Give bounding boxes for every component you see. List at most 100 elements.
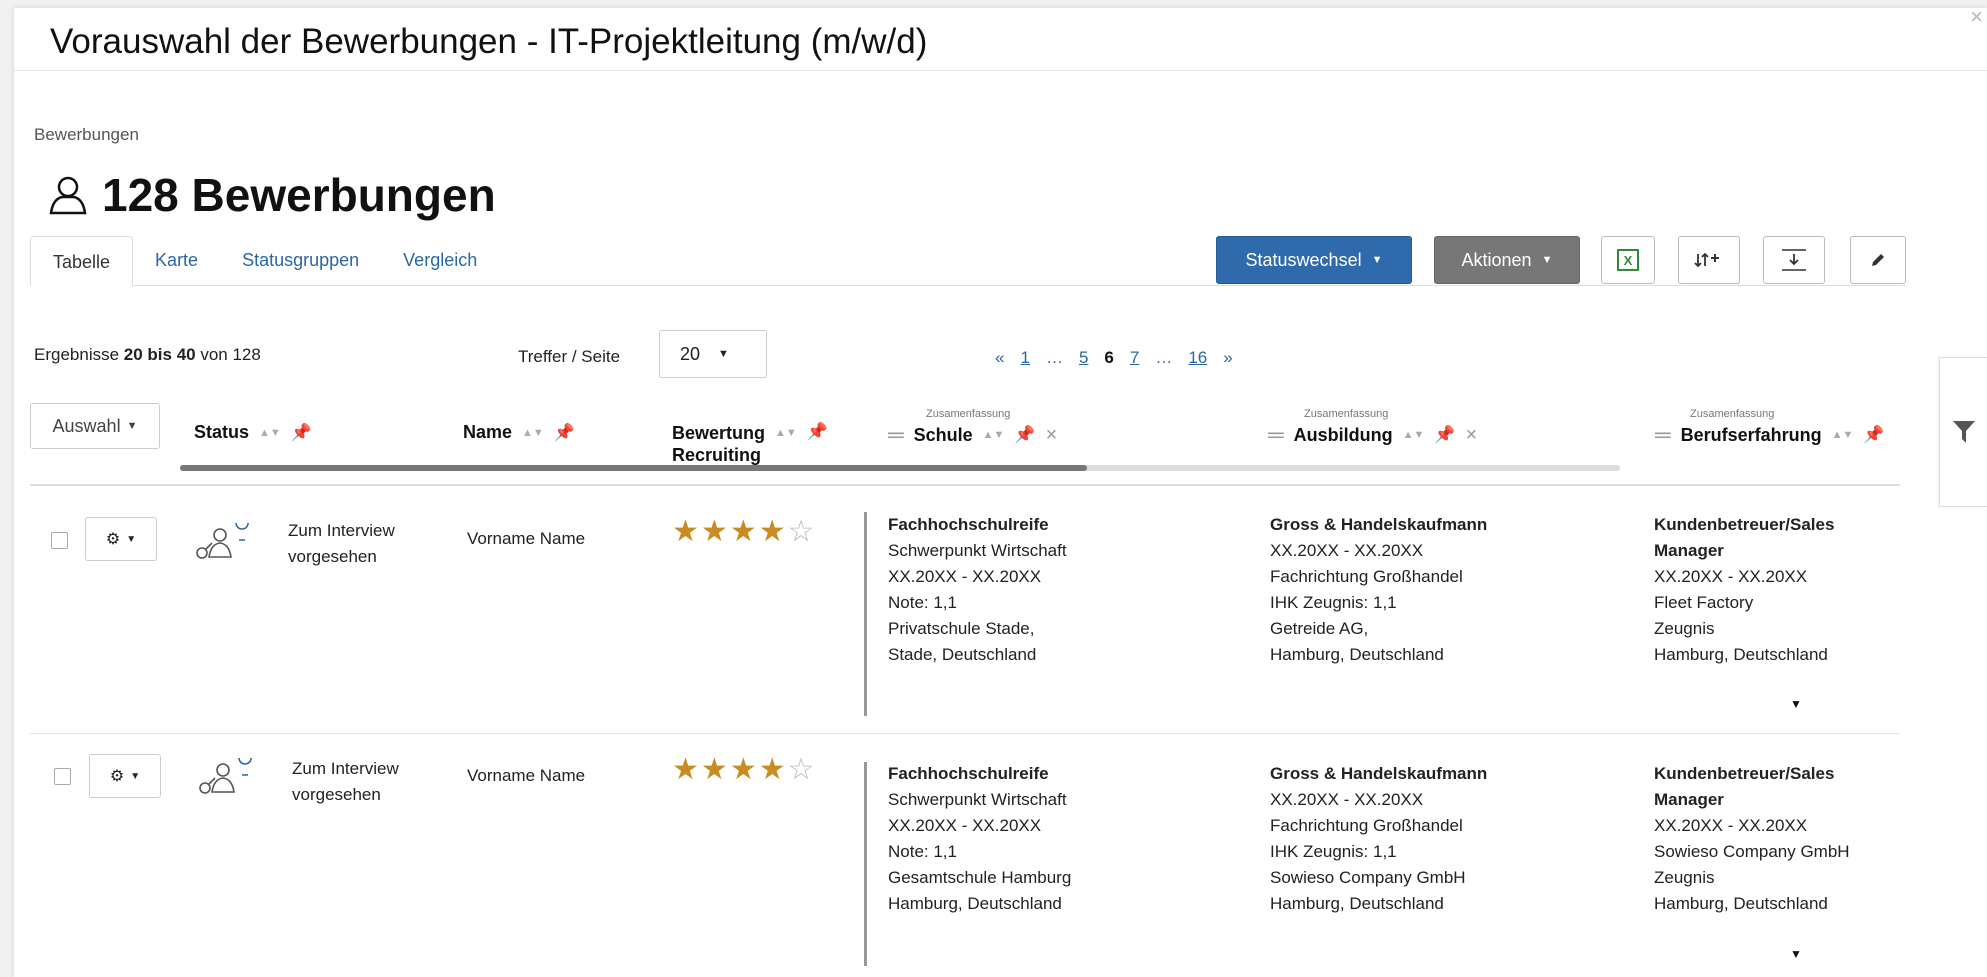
svg-text:X: X (1624, 253, 1633, 268)
schule-line: Stade, Deutschland (888, 645, 1037, 664)
per-page-select[interactable]: 20 ▼ (659, 330, 767, 378)
tab-tabelle[interactable]: Tabelle (30, 236, 134, 286)
column-header-berufserfahrung: ═ Berufserfahrung ▲▼ 📌 (1655, 422, 1885, 448)
status-line: vorgesehen (292, 785, 381, 804)
breadcrumb[interactable]: Bewerbungen (34, 125, 139, 145)
schule-line: XX.20XX - XX.20XX (888, 816, 1042, 835)
pin-icon[interactable]: 📌 (1434, 425, 1455, 445)
pagination-page-16[interactable]: 16 (1188, 348, 1207, 368)
schule-line: Note: 1,1 (888, 593, 957, 612)
pin-icon[interactable]: 📌 (554, 423, 575, 443)
pagination-ellipsis: … (1155, 348, 1173, 367)
tab-statusgruppen[interactable]: Statusgruppen (220, 235, 381, 285)
schule-line: XX.20XX - XX.20XX (888, 567, 1042, 586)
sort-icon[interactable]: ▲▼ (522, 427, 544, 439)
column-rating-label[interactable]: Bewertung Recruiting (672, 422, 765, 466)
status-line: Zum Interview (292, 759, 399, 778)
rating-stars[interactable]: ★★★★☆ (672, 514, 817, 549)
pagination-next[interactable]: » (1223, 348, 1232, 368)
beruf-line: XX.20XX - XX.20XX (1654, 567, 1808, 586)
column-schule-sublabel: Zusamenfassung (926, 408, 1011, 420)
row-checkbox[interactable] (54, 768, 71, 785)
header-divider (30, 484, 1900, 486)
star-filled-icon: ★ (758, 753, 788, 786)
row-checkbox[interactable] (51, 532, 68, 549)
beruf-title: Kundenbetreuer/Sales (1654, 764, 1835, 783)
gear-icon: ⚙ (105, 531, 121, 548)
schule-line: Schwerpunkt Wirtschaft (888, 790, 1067, 809)
column-name-label[interactable]: Name (463, 422, 512, 443)
pagination-current: 6 (1104, 348, 1114, 367)
chevron-down-icon: ▼ (126, 420, 138, 432)
statuswechsel-button[interactable]: Statuswechsel ▼ (1216, 236, 1412, 284)
results-total: von 128 (195, 345, 261, 364)
row-divider (30, 733, 1900, 734)
pin-icon[interactable]: 📌 (807, 422, 828, 442)
beruf-cell: Kundenbetreuer/Sales Manager XX.20XX - X… (1654, 761, 1850, 917)
column-beruf-label[interactable]: Berufserfahrung (1681, 425, 1822, 446)
excel-export-button[interactable]: X (1601, 236, 1655, 284)
status-line: vorgesehen (288, 547, 377, 566)
per-page-value: 20 (680, 343, 701, 364)
pin-icon[interactable]: 📌 (1863, 425, 1884, 445)
column-header-status: Status ▲▼ 📌 (194, 422, 312, 443)
pin-icon[interactable]: 📌 (291, 423, 312, 443)
modal-title: Vorauswahl der Bewerbungen - IT-Projektl… (50, 22, 928, 61)
pagination-page-7[interactable]: 7 (1130, 348, 1139, 368)
star-filled-icon: ★ (758, 515, 788, 548)
results-info: Ergebnisse 20 bis 40 von 128 (34, 345, 261, 365)
tab-karte[interactable]: Karte (133, 235, 220, 285)
auswahl-dropdown[interactable]: Auswahl ▼ (30, 403, 160, 449)
add-sort-button[interactable] (1678, 236, 1740, 284)
row-name[interactable]: Vorname Name (467, 763, 585, 789)
column-status-label[interactable]: Status (194, 422, 249, 443)
beruf-line: XX.20XX - XX.20XX (1654, 816, 1808, 835)
tab-vergleich[interactable]: Vergleich (381, 235, 499, 285)
pin-icon[interactable]: 📌 (1014, 425, 1035, 445)
column-schule-label[interactable]: Schule (914, 425, 973, 446)
sort-icon[interactable]: ▲▼ (1832, 429, 1854, 441)
expand-caret-icon[interactable]: ▼ (1790, 947, 1802, 961)
close-icon[interactable]: × (1466, 424, 1478, 447)
filter-panel-toggle[interactable] (1939, 357, 1987, 507)
download-button[interactable] (1763, 236, 1825, 284)
pagination-prev[interactable]: « (995, 348, 1004, 368)
pagination-page-5[interactable]: 5 (1079, 348, 1088, 368)
drag-handle-icon[interactable]: ═ (1655, 422, 1671, 448)
beruf-line: Sowieso Company GmbH (1654, 842, 1850, 861)
star-filled-icon: ★ (672, 753, 701, 786)
rating-stars[interactable]: ★★★★☆ (672, 752, 817, 787)
edit-button[interactable] (1850, 236, 1906, 284)
sort-icon[interactable]: ▲▼ (983, 429, 1005, 441)
beruf-line: Hamburg, Deutschland (1654, 894, 1828, 913)
statuswechsel-label: Statuswechsel (1245, 249, 1362, 270)
row-actions-button[interactable]: ⚙ ▼ (85, 517, 157, 561)
close-icon[interactable]: × (1046, 424, 1058, 447)
row-actions-button[interactable]: ⚙ ▼ (89, 754, 161, 798)
row-name[interactable]: Vorname Name (467, 526, 585, 552)
pagination-page-1[interactable]: 1 (1020, 348, 1029, 368)
schule-line: Schwerpunkt Wirtschaft (888, 541, 1067, 560)
star-filled-icon: ★ (700, 515, 730, 548)
schule-cell: Fachhochschulreife Schwerpunkt Wirtschaf… (888, 761, 1071, 917)
ausbildung-line: Fachrichtung Großhandel (1270, 567, 1463, 586)
aktionen-button[interactable]: Aktionen ▼ (1434, 236, 1580, 284)
horizontal-scrollbar-thumb[interactable] (180, 465, 1087, 471)
star-filled-icon: ★ (729, 515, 759, 548)
drag-handle-icon[interactable]: ═ (888, 422, 904, 448)
ausbildung-line: Hamburg, Deutschland (1270, 894, 1444, 913)
ausbildung-cell: Gross & Handelskaufmann XX.20XX - XX.20X… (1270, 761, 1487, 917)
sort-icon[interactable]: ▲▼ (1403, 429, 1425, 441)
close-icon[interactable]: × (1970, 4, 1983, 30)
star-filled-icon: ★ (729, 753, 759, 786)
sort-icon[interactable]: ▲▼ (259, 427, 281, 439)
drag-handle-icon[interactable]: ═ (1268, 422, 1284, 448)
interview-status-icon (196, 523, 249, 559)
chevron-down-icon: ▼ (1371, 254, 1383, 266)
ausbildung-title: Gross & Handelskaufmann (1270, 515, 1488, 534)
star-empty-icon: ☆ (787, 753, 817, 786)
expand-caret-icon[interactable]: ▼ (1790, 697, 1802, 711)
beruf-title: Kundenbetreuer/Sales (1654, 515, 1835, 534)
sort-icon[interactable]: ▲▼ (775, 427, 797, 439)
column-ausbildung-label[interactable]: Ausbildung (1294, 425, 1393, 446)
